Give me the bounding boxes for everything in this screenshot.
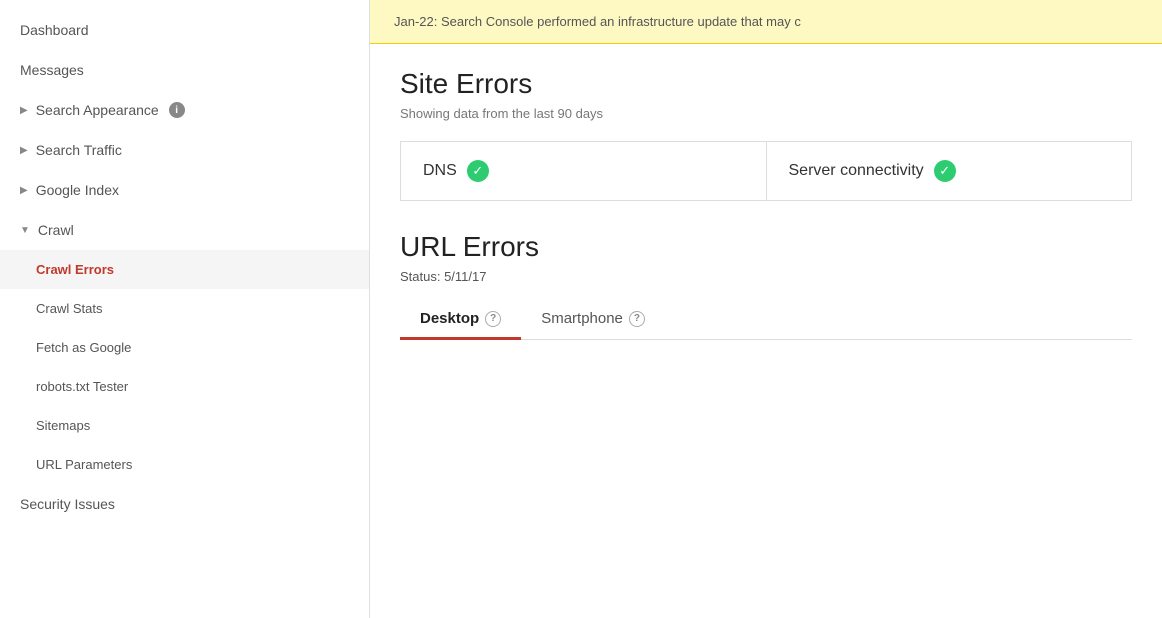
sidebar-item-label: Sitemaps bbox=[36, 418, 90, 433]
content-area: Site Errors Showing data from the last 9… bbox=[370, 44, 1162, 364]
url-errors-tabs: Desktop ? Smartphone ? bbox=[400, 300, 1132, 340]
dns-label: DNS bbox=[423, 162, 457, 180]
server-connectivity-label: Server connectivity bbox=[789, 162, 924, 180]
sidebar-item-label: Crawl bbox=[38, 222, 74, 238]
main-content: Jan-22: Search Console performed an infr… bbox=[370, 0, 1162, 618]
site-errors-title: Site Errors bbox=[400, 68, 1132, 100]
sidebar-item-search-traffic[interactable]: ▶ Search Traffic bbox=[0, 130, 369, 170]
desktop-help-icon[interactable]: ? bbox=[485, 311, 501, 327]
sidebar: Dashboard Messages ▶ Search Appearance i… bbox=[0, 0, 370, 618]
expand-icon: ▼ bbox=[20, 225, 30, 236]
sidebar-item-label: Google Index bbox=[36, 182, 119, 198]
sidebar-item-label: Crawl Stats bbox=[36, 301, 102, 316]
sidebar-item-dashboard[interactable]: Dashboard bbox=[0, 10, 369, 50]
sidebar-item-label: Fetch as Google bbox=[36, 340, 131, 355]
tab-smartphone[interactable]: Smartphone ? bbox=[521, 300, 665, 340]
expand-icon: ▶ bbox=[20, 145, 28, 156]
sidebar-item-url-parameters[interactable]: URL Parameters bbox=[0, 445, 369, 484]
smartphone-help-icon[interactable]: ? bbox=[629, 311, 645, 327]
dns-cell: DNS ✓ bbox=[401, 142, 767, 200]
tab-desktop[interactable]: Desktop ? bbox=[400, 300, 521, 340]
sidebar-item-sitemaps[interactable]: Sitemaps bbox=[0, 406, 369, 445]
dns-status-icon: ✓ bbox=[467, 160, 489, 182]
sidebar-item-label: Security Issues bbox=[20, 496, 115, 512]
sidebar-item-crawl-errors[interactable]: Crawl Errors bbox=[0, 250, 369, 289]
sidebar-item-security-issues[interactable]: Security Issues bbox=[0, 484, 369, 524]
sidebar-item-label: Messages bbox=[20, 62, 84, 78]
expand-icon: ▶ bbox=[20, 185, 28, 196]
sidebar-item-search-appearance[interactable]: ▶ Search Appearance i bbox=[0, 90, 369, 130]
url-errors-status: Status: 5/11/17 bbox=[400, 269, 1132, 284]
sidebar-item-label: Crawl Errors bbox=[36, 262, 114, 277]
banner-text: Jan-22: Search Console performed an infr… bbox=[394, 14, 801, 29]
sidebar-item-label: robots.txt Tester bbox=[36, 379, 128, 394]
site-errors-subtitle: Showing data from the last 90 days bbox=[400, 106, 1132, 121]
info-banner: Jan-22: Search Console performed an infr… bbox=[370, 0, 1162, 44]
sidebar-item-crawl[interactable]: ▼ Crawl bbox=[0, 210, 369, 250]
tab-desktop-label: Desktop bbox=[420, 310, 479, 327]
server-connectivity-status-icon: ✓ bbox=[934, 160, 956, 182]
sidebar-item-label: Search Appearance bbox=[36, 102, 159, 118]
expand-icon: ▶ bbox=[20, 105, 28, 116]
url-errors-title: URL Errors bbox=[400, 231, 1132, 263]
server-connectivity-cell: Server connectivity ✓ bbox=[767, 142, 1132, 200]
sidebar-item-label: URL Parameters bbox=[36, 457, 132, 472]
sidebar-item-google-index[interactable]: ▶ Google Index bbox=[0, 170, 369, 210]
info-icon: i bbox=[169, 102, 185, 118]
tab-smartphone-label: Smartphone bbox=[541, 310, 623, 327]
sidebar-item-crawl-stats[interactable]: Crawl Stats bbox=[0, 289, 369, 328]
site-errors-grid: DNS ✓ Server connectivity ✓ bbox=[400, 141, 1132, 201]
sidebar-item-robots-txt[interactable]: robots.txt Tester bbox=[0, 367, 369, 406]
sidebar-item-messages[interactable]: Messages bbox=[0, 50, 369, 90]
sidebar-item-label: Search Traffic bbox=[36, 142, 122, 158]
sidebar-item-fetch-as-google[interactable]: Fetch as Google bbox=[0, 328, 369, 367]
sidebar-item-label: Dashboard bbox=[20, 22, 89, 38]
